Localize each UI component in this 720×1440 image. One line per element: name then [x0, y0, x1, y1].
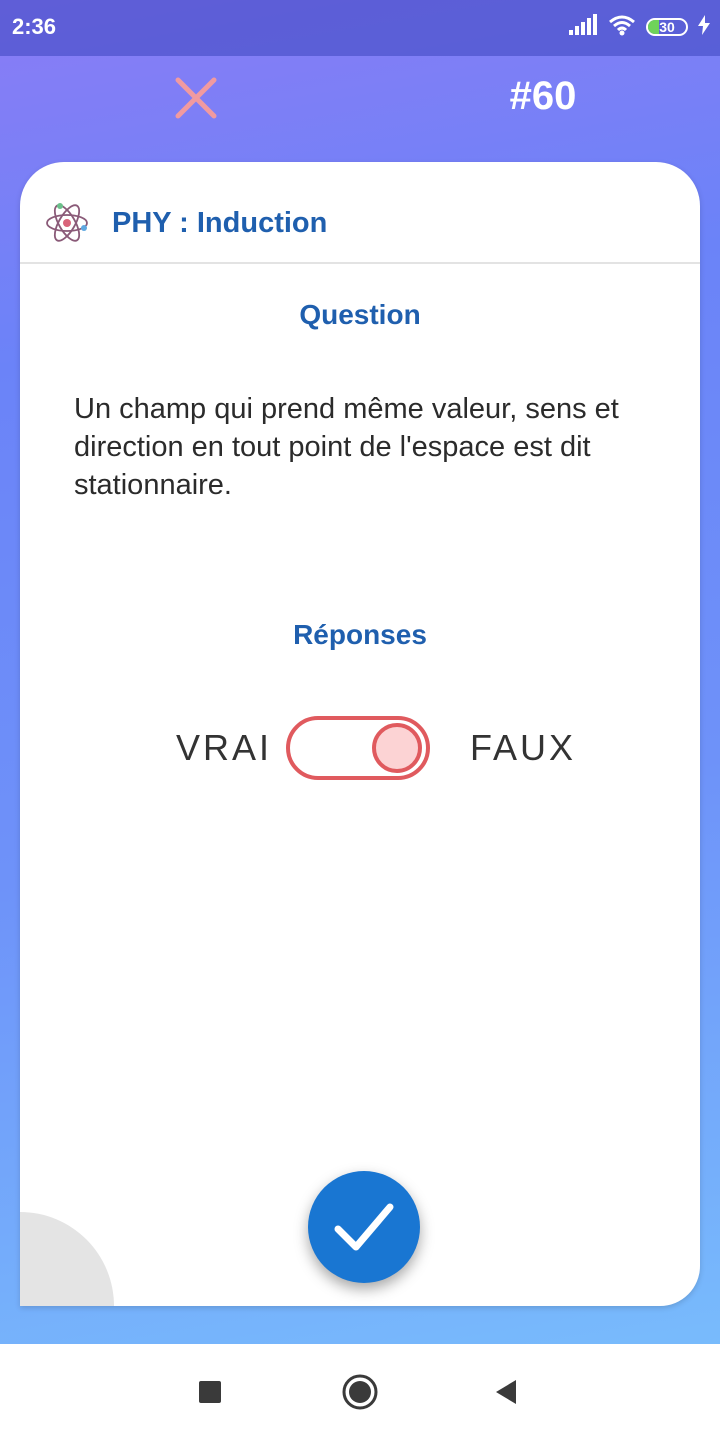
toggle-knob[interactable] [372, 723, 422, 773]
wifi-icon [608, 14, 636, 41]
true-false-toggle[interactable] [286, 716, 430, 780]
navigation-bar [0, 1344, 720, 1440]
square-recents-icon [199, 1381, 221, 1403]
card-number: #60 [509, 74, 577, 118]
status-bar: 2:36 30 [0, 0, 720, 56]
status-icons: 30 [568, 12, 710, 42]
triangle-back-icon [496, 1380, 516, 1404]
atom-icon [44, 200, 90, 246]
recents-button[interactable] [188, 1370, 232, 1414]
answer-true-label[interactable]: VRAI [176, 728, 272, 768]
signal-icon [568, 13, 598, 41]
answers-heading: Réponses [293, 619, 427, 650]
battery-icon: 30 [646, 18, 688, 36]
circle-home-icon [342, 1374, 378, 1410]
submit-answer-button[interactable] [308, 1171, 420, 1283]
question-card: PHY : Induction Question Un champ qui pr… [20, 162, 700, 1306]
checkmark-icon [334, 1203, 394, 1251]
question-text: Un champ qui prend même valeur, sens et … [74, 393, 619, 501]
status-time: 2:36 [12, 14, 57, 39]
answer-row: VRAI FAUX [20, 712, 700, 784]
back-button[interactable] [486, 1370, 530, 1414]
question-heading: Question [299, 299, 421, 330]
app-screen: 2:36 30 #60 PHY: Induction Question Un … [0, 0, 720, 1440]
close-button[interactable] [168, 70, 224, 126]
charging-bolt-icon [698, 14, 710, 40]
card-header: PHY : Induction [20, 162, 700, 264]
subject-title: PHY : Induction [112, 207, 328, 239]
answer-false-label[interactable]: FAUX [470, 728, 576, 768]
close-icon [175, 77, 217, 119]
battery-level: 30 [659, 19, 675, 35]
home-button[interactable] [338, 1370, 382, 1414]
